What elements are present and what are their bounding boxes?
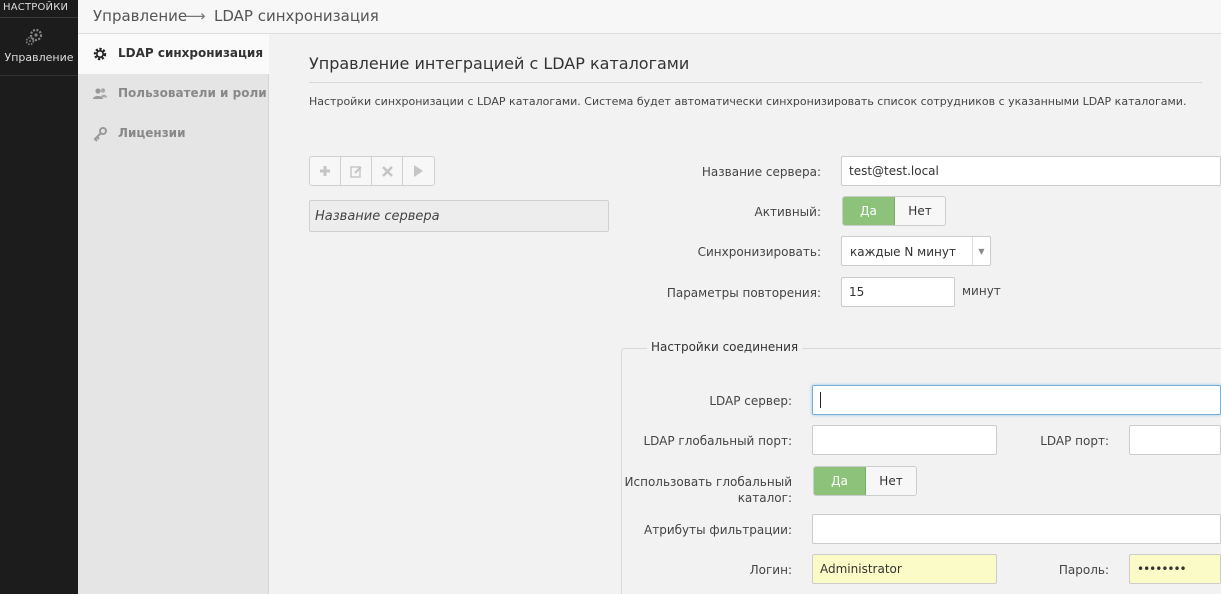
users-icon [93, 88, 107, 99]
password-label: Пароль: [1058, 563, 1109, 577]
edit-icon [349, 165, 362, 178]
breadcrumb-current: LDAP синхронизация [214, 7, 379, 25]
ldap-port-label: LDAP порт: [1040, 434, 1109, 448]
server-list-placeholder: Название сервера [315, 209, 440, 224]
sync-select-value: каждые N минут [850, 245, 956, 259]
gear-icon [93, 47, 107, 61]
plus-icon [320, 166, 330, 176]
edit-server-button[interactable] [341, 157, 372, 185]
global-port-label: LDAP глобальный порт: [643, 434, 792, 448]
use-global-label: Использовать глобальный каталог: [609, 474, 792, 506]
login-field[interactable]: Administrator [812, 554, 997, 584]
server-toolbar [309, 156, 435, 186]
repeat-field[interactable]: 15 [841, 277, 955, 307]
gears-icon [25, 28, 43, 46]
ldap-port-field[interactable] [1129, 425, 1221, 455]
breadcrumb: Управление ⟶ LDAP синхронизация [78, 0, 1221, 34]
delete-server-button[interactable] [372, 157, 403, 185]
main-content: Управление интеграцией с LDAP каталогами… [269, 34, 1221, 594]
filter-field[interactable] [812, 514, 1221, 544]
key-icon [93, 127, 107, 142]
run-sync-button[interactable] [403, 157, 434, 185]
title-divider [309, 82, 1202, 83]
sidebar-item-label: Пользователи и роли [118, 86, 267, 100]
add-server-button[interactable] [310, 157, 341, 185]
page-description: Настройки синхронизации с LDAP каталогам… [309, 95, 1187, 108]
ldap-server-field[interactable] [812, 385, 1221, 415]
rail-item-label: Управление [4, 51, 74, 64]
rail-item-management[interactable]: Управление [0, 18, 78, 76]
app-rail: НАСТРОЙКИ Управление [0, 0, 78, 594]
breadcrumb-management[interactable]: Управление [93, 7, 187, 25]
sidebar-item-label: Лицензии [118, 126, 186, 140]
login-label: Логин: [749, 563, 792, 577]
chevron-down-icon: ▼ [972, 237, 990, 265]
use-global-label-line1: Использовать глобальный [624, 475, 792, 489]
sync-select[interactable]: каждые N минут ▼ [841, 236, 991, 266]
use-global-yes-button[interactable]: Да [814, 467, 866, 495]
repeat-label: Параметры повторения: [666, 286, 821, 300]
close-icon [381, 165, 393, 177]
sidebar-item-ldap-sync[interactable]: LDAP синхронизация [78, 34, 269, 74]
active-label: Активный: [754, 205, 821, 219]
rail-header: НАСТРОЙКИ [0, 0, 78, 18]
repeat-unit: минут [962, 284, 1001, 298]
ldap-server-label: LDAP сервер: [709, 394, 792, 408]
active-yes-button[interactable]: Да [843, 197, 895, 225]
use-global-toggle: Да Нет [813, 466, 917, 496]
use-global-no-button[interactable]: Нет [866, 467, 916, 495]
global-port-field[interactable] [812, 425, 997, 455]
breadcrumb-separator: ⟶ [184, 7, 206, 25]
sync-label: Синхронизировать: [697, 245, 821, 259]
server-name-field[interactable]: test@test.local [841, 156, 1221, 186]
sidebar-item-label: LDAP синхронизация [118, 46, 264, 60]
connection-legend: Настройки соединения [647, 340, 803, 354]
play-icon [414, 165, 423, 177]
page-title: Управление интеграцией с LDAP каталогами [309, 54, 690, 73]
use-global-label-line2: каталог: [737, 491, 792, 505]
server-list-item[interactable]: Название сервера [309, 200, 609, 232]
password-field[interactable]: •••••••• [1129, 554, 1221, 584]
sidebar-item-licenses[interactable]: Лицензии [78, 114, 269, 154]
sidebar-item-users-roles[interactable]: Пользователи и роли [78, 74, 269, 114]
sidebar: LDAP синхронизация Пользователи и роли Л… [78, 34, 269, 594]
active-toggle: Да Нет [842, 196, 946, 226]
active-no-button[interactable]: Нет [895, 197, 945, 225]
text-caret [820, 392, 821, 408]
server-name-label: Название сервера: [701, 165, 821, 179]
filter-label: Атрибуты фильтрации: [644, 523, 792, 537]
